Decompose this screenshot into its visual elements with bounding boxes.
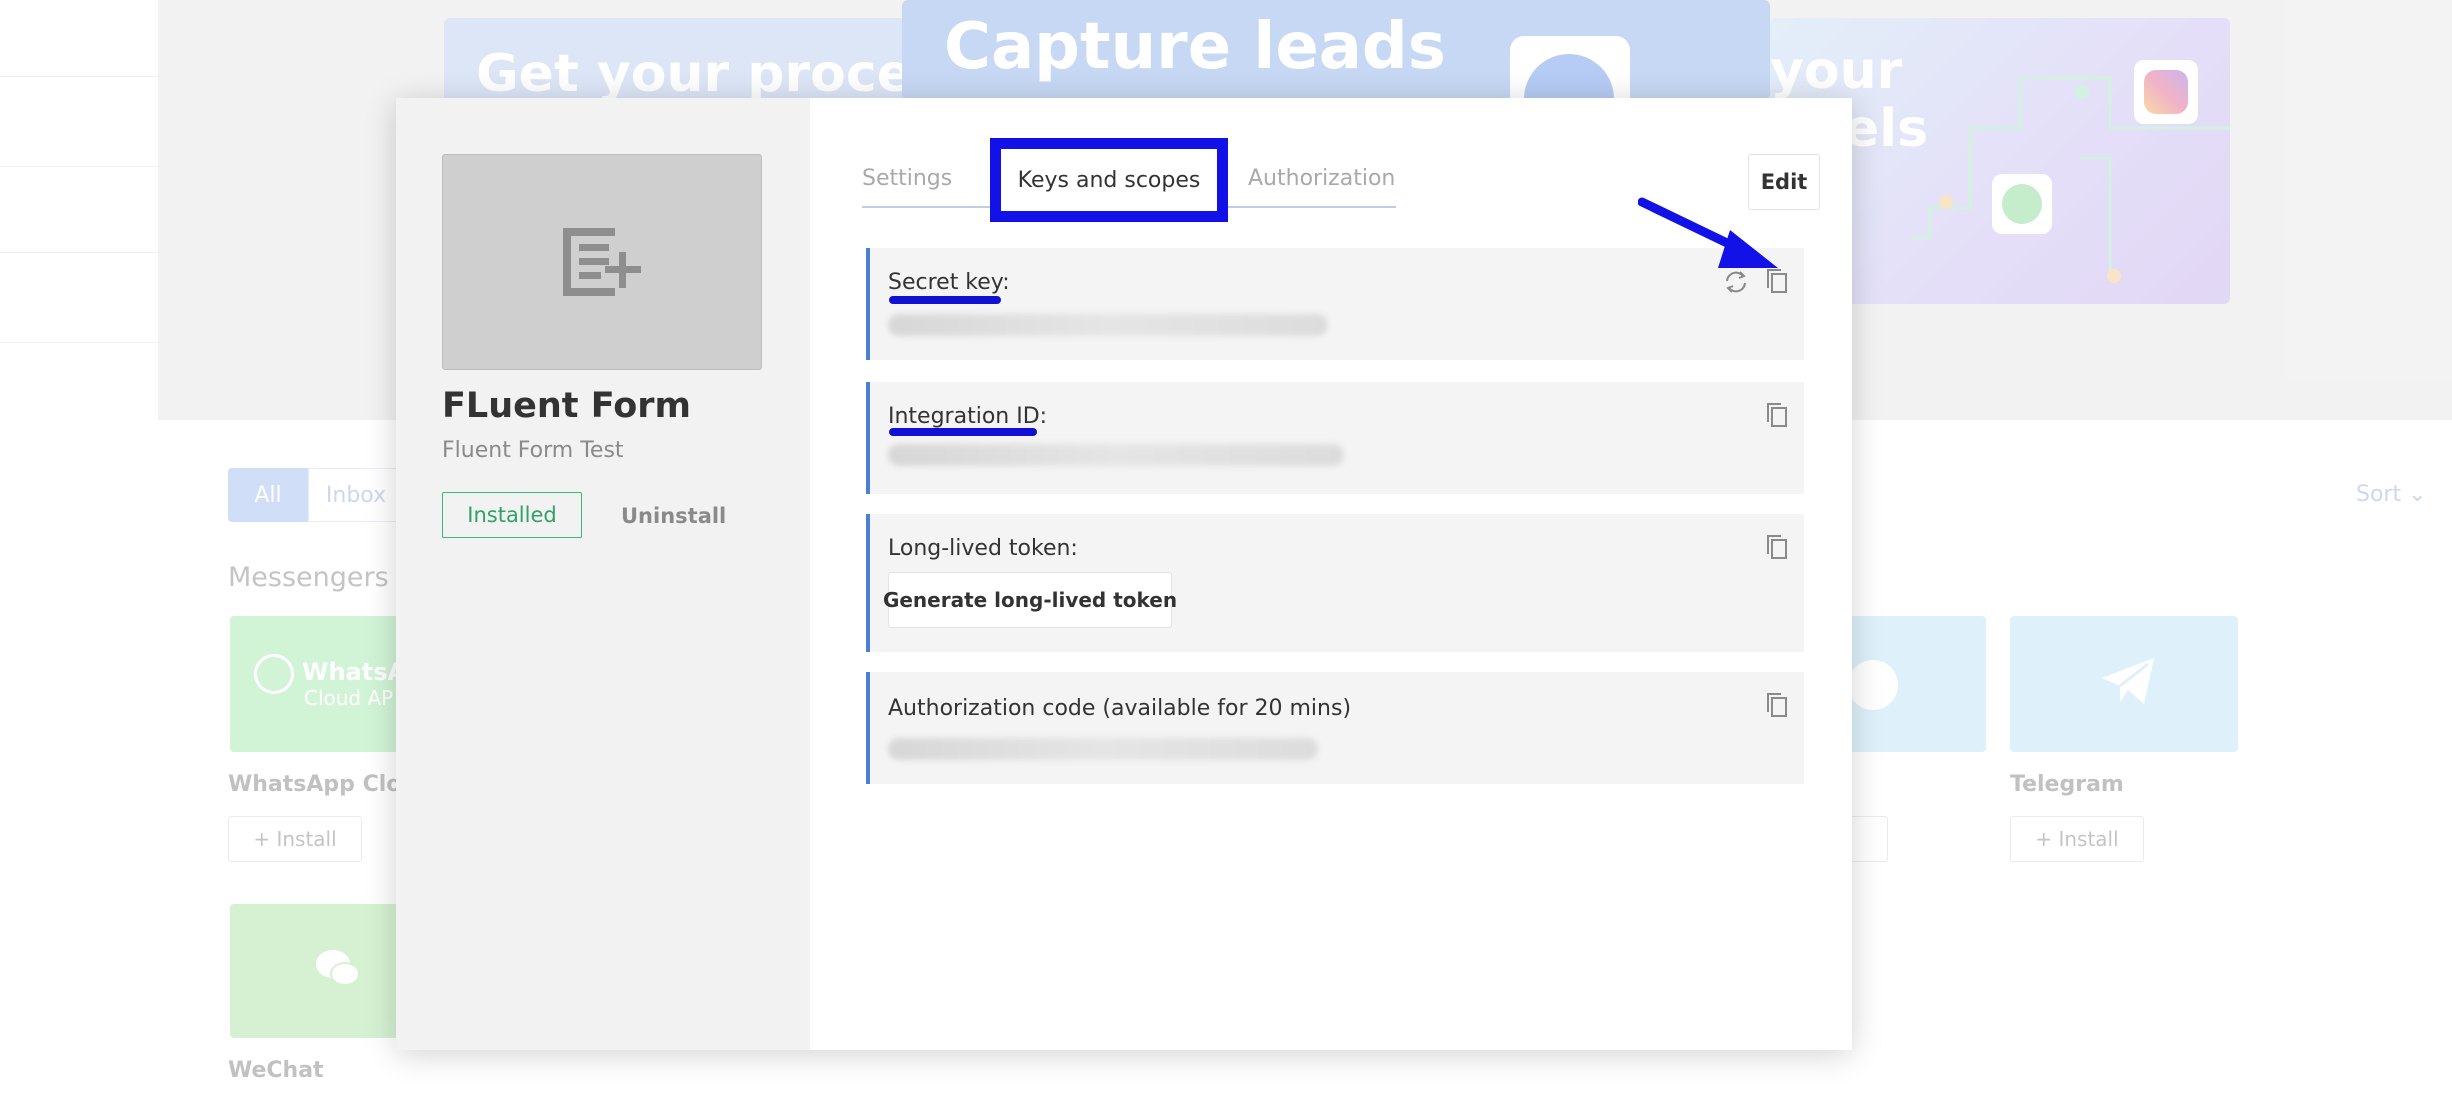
generate-token-button[interactable]: Generate long-lived token [883, 572, 1177, 628]
installed-status-badge: Installed [442, 492, 582, 538]
secret-key-value [888, 314, 1328, 336]
app-subtitle: Fluent Form Test [442, 438, 624, 463]
annotation-underline-secret-key [889, 296, 1001, 304]
long-lived-token-field: Long-lived token: Generate long-lived to… [866, 514, 1804, 652]
tab-bar: Settings Keys and scopes Authorization [862, 138, 1396, 222]
tab-keys-and-scopes[interactable]: Keys and scopes [990, 138, 1228, 222]
copy-icon[interactable] [1764, 534, 1790, 562]
secret-key-label: Secret key: [888, 270, 1010, 295]
copy-icon[interactable] [1764, 692, 1790, 720]
authorization-code-label: Authorization code (available for 20 min… [888, 696, 1352, 721]
integration-modal: FLuent Form Fluent Form Test Installed U… [396, 98, 1852, 1050]
integration-id-value [888, 444, 1344, 466]
copy-icon[interactable] [1764, 402, 1790, 430]
integration-id-field: Integration ID: [866, 382, 1804, 494]
tab-settings[interactable]: Settings [862, 150, 952, 206]
long-lived-token-label: Long-lived token: [888, 536, 1078, 561]
tab-authorization[interactable]: Authorization [1248, 150, 1395, 206]
integration-id-label: Integration ID: [888, 404, 1048, 429]
authorization-code-field: Authorization code (available for 20 min… [866, 672, 1804, 784]
form-add-icon [563, 228, 641, 296]
authorization-code-value [888, 738, 1318, 760]
modal-sidebar: FLuent Form Fluent Form Test Installed U… [396, 98, 810, 1050]
uninstall-button[interactable]: Uninstall [621, 504, 726, 528]
app-title: FLuent Form [442, 386, 691, 426]
annotation-arrow-icon [1638, 197, 1778, 268]
app-logo [442, 154, 762, 370]
annotation-underline-integration-id [889, 428, 1037, 436]
